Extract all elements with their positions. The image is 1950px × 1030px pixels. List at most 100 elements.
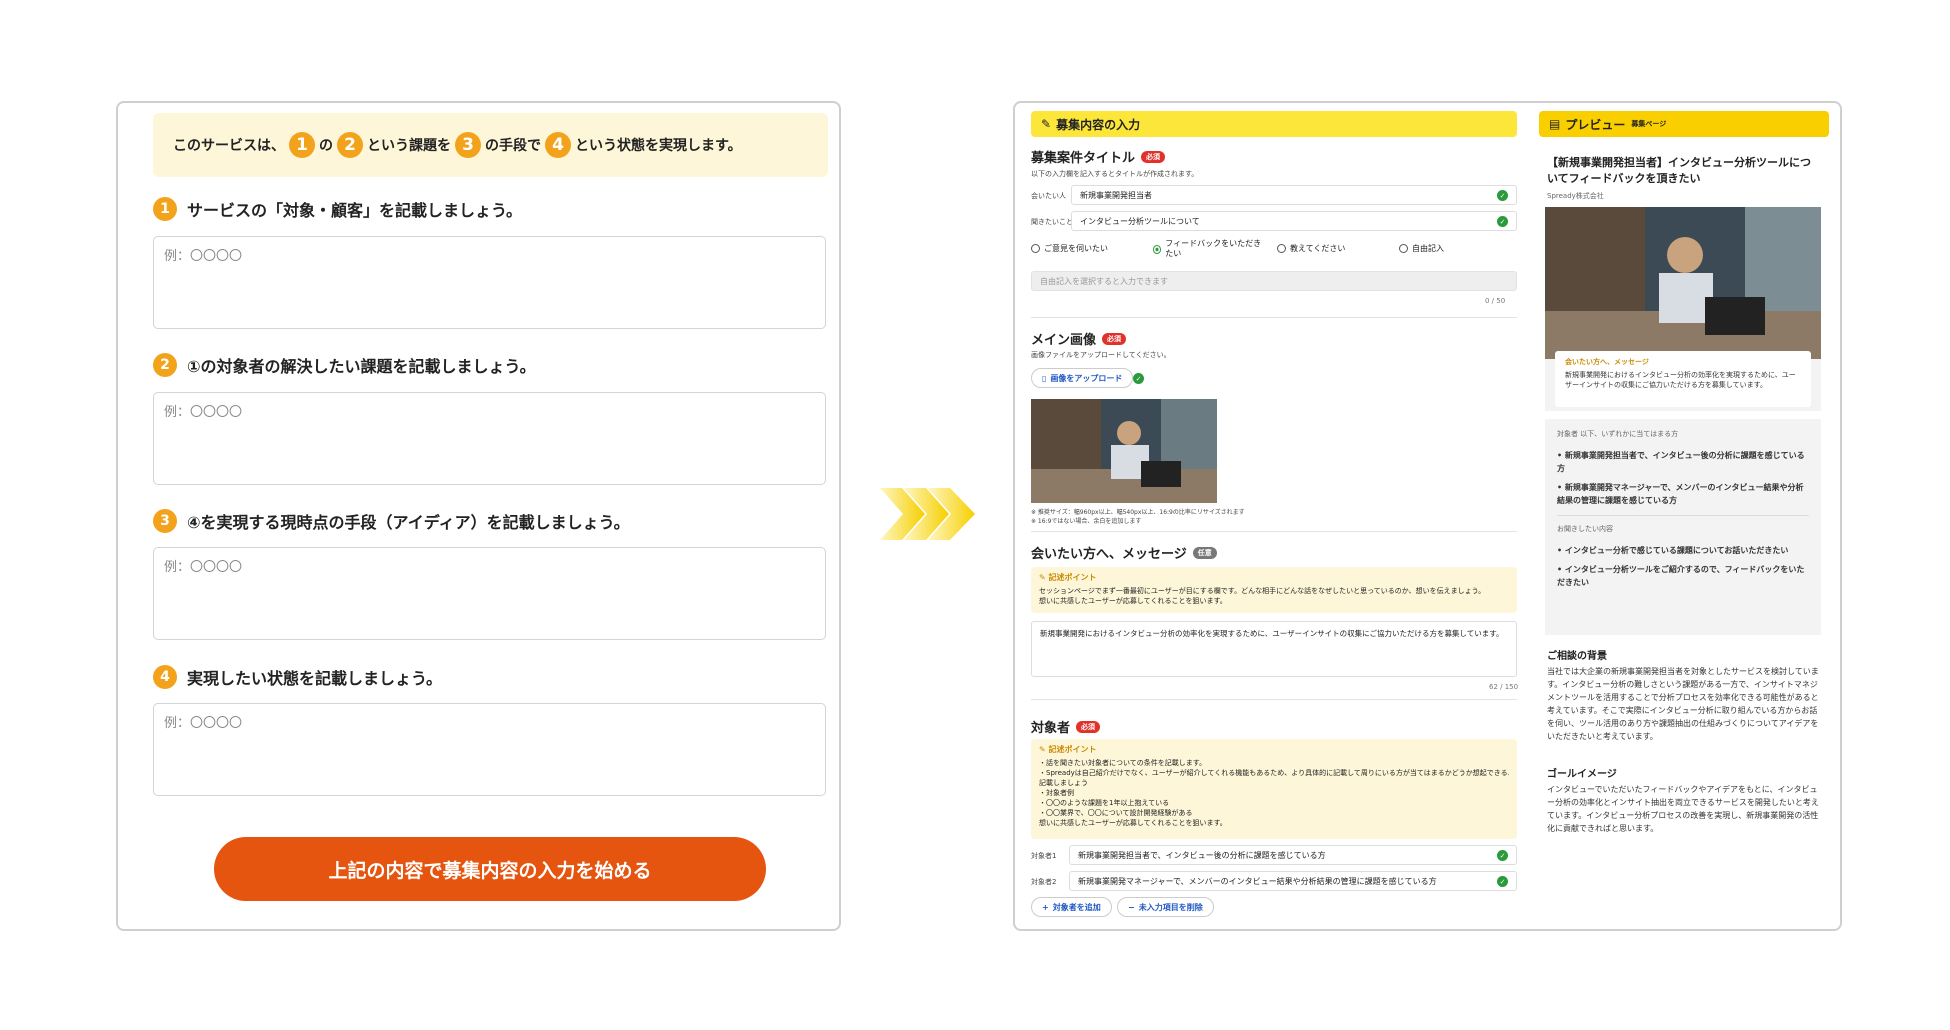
title-hint: 以下の入力欄を記入するとタイトルが作成されます。 (1031, 170, 1199, 178)
question-1: 1 サービスの「対象・顧客」を記載しましょう。 (153, 197, 522, 221)
check-icon: ✓ (1497, 876, 1508, 887)
tip-line: ・〇〇のような課題を1年以上抱えている (1039, 799, 1170, 807)
question-number: 3 (153, 509, 177, 533)
radio-label: ご意見を伺いたい (1044, 244, 1108, 253)
image-hint: 画像ファイルをアップロードしてください。 (1031, 351, 1171, 359)
image-note-1: ※ 推奨サイズ：幅960px以上、幅540px以上、16:9の比率にリサイズされ… (1031, 509, 1245, 516)
tip-title: ✎ 記述ポイント (1039, 573, 1509, 583)
preview-header: ▤ プレビュー 募集ページ (1539, 111, 1829, 137)
meet-person-input[interactable]: 新規事業開発担当者 ✓ (1071, 185, 1517, 205)
uploaded-image-thumbnail (1031, 399, 1217, 503)
tip-line: 記載しましょう (1039, 779, 1088, 787)
arrow-chevrons-icon (880, 488, 975, 540)
section-title: 募集案件タイトル (1031, 151, 1136, 166)
target-2-input[interactable]: 新規事業開発マネージャーで、メンバーのインタビュー結果や分析結果の管理に課題を感… (1069, 871, 1517, 891)
question-number: 2 (153, 353, 177, 377)
intro-text: このサービスは、 (173, 138, 285, 154)
question-label: ①の対象者の解決したい課題を記載しましょう。 (187, 357, 536, 376)
preview-topics-heading: お聞きしたい内容 (1557, 525, 1613, 533)
message-textarea[interactable]: 新規事業開発におけるインタビュー分析の効率化を実現するために、ユーザーインサイト… (1031, 621, 1517, 677)
recruitment-editor: ✎ 募集内容の入力 募集案件タイトル 必須 以下の入力欄を記入するとタイトルが作… (1013, 101, 1842, 931)
tip-line: ・Spreadyは自己紹介だけでなく、ユーザーが紹介してくれる機能もあるため、よ… (1039, 769, 1509, 777)
answer-1-textarea[interactable]: 例：〇〇〇〇 (153, 236, 826, 329)
free-entry-placeholder: 自由記入を選択すると入力できます (1040, 276, 1168, 286)
section-title: 対象者 (1031, 721, 1071, 736)
answer-2-textarea[interactable]: 例：〇〇〇〇 (153, 392, 826, 485)
answer-4-textarea[interactable]: 例：〇〇〇〇 (153, 703, 826, 796)
divider (1031, 699, 1517, 700)
intro-text: という状態を実現します。 (575, 138, 742, 154)
start-input-button[interactable]: 上記の内容で募集内容の入力を始める (214, 837, 766, 901)
radio-icon (1277, 244, 1286, 253)
number-badge-3: 3 (455, 132, 481, 158)
divider (1031, 317, 1517, 318)
target-section-heading: 対象者 必須 (1031, 717, 1101, 736)
upload-label: 画像をアップロード (1050, 373, 1123, 383)
radio-free[interactable]: 自由記入 (1399, 243, 1444, 254)
free-entry-input[interactable]: 自由記入を選択すると入力できます (1031, 271, 1517, 291)
question-number: 4 (153, 665, 177, 689)
input-value: 新規事業開発担当者 (1080, 190, 1152, 200)
radio-label: 教えてください (1290, 244, 1346, 253)
field-label: 聞きたいこと (1031, 218, 1073, 226)
background-text: 当社では大企業の新規事業開発担当者を対象としたサービスを検討しています。インタビ… (1547, 667, 1819, 741)
tip-line: ・対象者例 (1039, 789, 1074, 797)
target-text: 新規事業開発マネージャーで、メンバーのインタビュー結果や分析結果の管理に課題を感… (1557, 483, 1804, 505)
question-label: 実現したい状態を記載しましょう。 (187, 669, 443, 688)
image-section-heading: メイン画像 必須 (1031, 329, 1127, 348)
preview-image-card: 会いたい方へ、メッセージ 新規事業開発におけるインタビュー分析の効率化を実現する… (1545, 207, 1821, 411)
radio-label: フィードバックをいただきたい (1165, 239, 1262, 258)
answer-3-textarea[interactable]: 例：〇〇〇〇 (153, 547, 826, 640)
upload-image-button[interactable]: ▯ 画像をアップロード (1031, 368, 1134, 388)
field-label: 会いたい人 (1031, 192, 1066, 200)
form-header: ✎ 募集内容の入力 (1031, 111, 1517, 137)
radio-opinion[interactable]: ご意見を伺いたい (1031, 243, 1108, 254)
target-1-input[interactable]: 新規事業開発担当者で、インタビュー後の分析に課題を感じている方 ✓ (1069, 845, 1517, 865)
field-label: 対象者2 (1031, 878, 1057, 886)
topic-text: インタビュー分析で感じている課題についてお話いただきたい (1564, 546, 1789, 555)
preview-target-heading: 対象者 以下、いずれかに当てはまる方 (1557, 429, 1809, 439)
intro-text: の手段で (485, 138, 541, 154)
required-badge: 必須 (1141, 150, 1166, 163)
document-icon: ▤ (1549, 117, 1561, 131)
message-tip-box: ✎ 記述ポイント セッションページでまず一番最初にユーザーが目にする欄です。どん… (1031, 567, 1517, 613)
question-number: 1 (153, 197, 177, 221)
preview-header-sub: 募集ページ (1631, 120, 1667, 128)
preview-target-box: 対象者 以下、いずれかに当てはまる方 • 新規事業開発担当者で、インタビュー後の… (1545, 419, 1821, 635)
title-section-heading: 募集案件タイトル 必須 (1031, 147, 1166, 166)
intro-text: の (319, 138, 333, 154)
tip-line: ・話を聞きたい対象者についての条件を記載します。 (1039, 759, 1207, 767)
add-target-label: 対象者を追加 (1052, 902, 1101, 912)
input-value: 新規事業開発マネージャーで、メンバーのインタビュー結果や分析結果の管理に課題を感… (1078, 876, 1437, 886)
check-icon: ✓ (1497, 190, 1508, 201)
remove-empty-label: 未入力項目を削除 (1138, 902, 1203, 912)
remove-empty-button[interactable]: − 未入力項目を削除 (1117, 897, 1214, 917)
char-counter: 62 / 150 (1489, 683, 1519, 691)
required-badge: 必須 (1102, 332, 1127, 345)
preview-topic-item: • インタビュー分析で感じている課題についてお話いただきたい (1557, 546, 1789, 555)
target-tip-box: ✎ 記述ポイント ・話を聞きたい対象者についての条件を記載します。 ・Sprea… (1031, 739, 1517, 839)
form-header-label: 募集内容の入力 (1056, 117, 1141, 132)
plus-icon: + (1042, 902, 1049, 912)
preview-message-label: 会いたい方へ、メッセージ (1565, 358, 1649, 366)
intro-banner: このサービスは、 1 の 2 という課題を 3 の手段で 4 という状態を実現し… (153, 113, 828, 177)
question-label: ④を実現する現時点の手段（アイディア）を記載しましょう。 (187, 513, 630, 532)
topic-text: インタビュー分析ツールをご紹介するので、フィードバックをいただきたい (1557, 565, 1805, 587)
background-title: ご相談の背景 (1547, 651, 1607, 662)
message-section-heading: 会いたい方へ、メッセージ 任意 (1031, 543, 1217, 562)
preview-image (1545, 207, 1821, 359)
number-badge-4: 4 (545, 132, 571, 158)
lightbulb-icon: ✎ (1039, 745, 1049, 754)
ask-topic-input[interactable]: インタビュー分析ツールについて ✓ (1071, 211, 1517, 231)
section-title: 会いたい方へ、メッセージ (1031, 547, 1187, 562)
target-text: 新規事業開発担当者で、インタビュー後の分析に課題を感じている方 (1557, 451, 1805, 473)
goal-title: ゴールイメージ (1547, 769, 1617, 780)
radio-teach[interactable]: 教えてください (1277, 243, 1345, 254)
lightbulb-icon: ✎ (1039, 573, 1049, 582)
add-target-button[interactable]: + 対象者を追加 (1031, 897, 1112, 917)
number-badge-2: 2 (337, 132, 363, 158)
radio-feedback[interactable]: フィードバックをいただきたい (1153, 239, 1265, 259)
radio-selected-icon (1153, 244, 1162, 254)
radio-icon (1031, 244, 1040, 253)
question-3: 3 ④を実現する現時点の手段（アイディア）を記載しましょう。 (153, 509, 630, 533)
